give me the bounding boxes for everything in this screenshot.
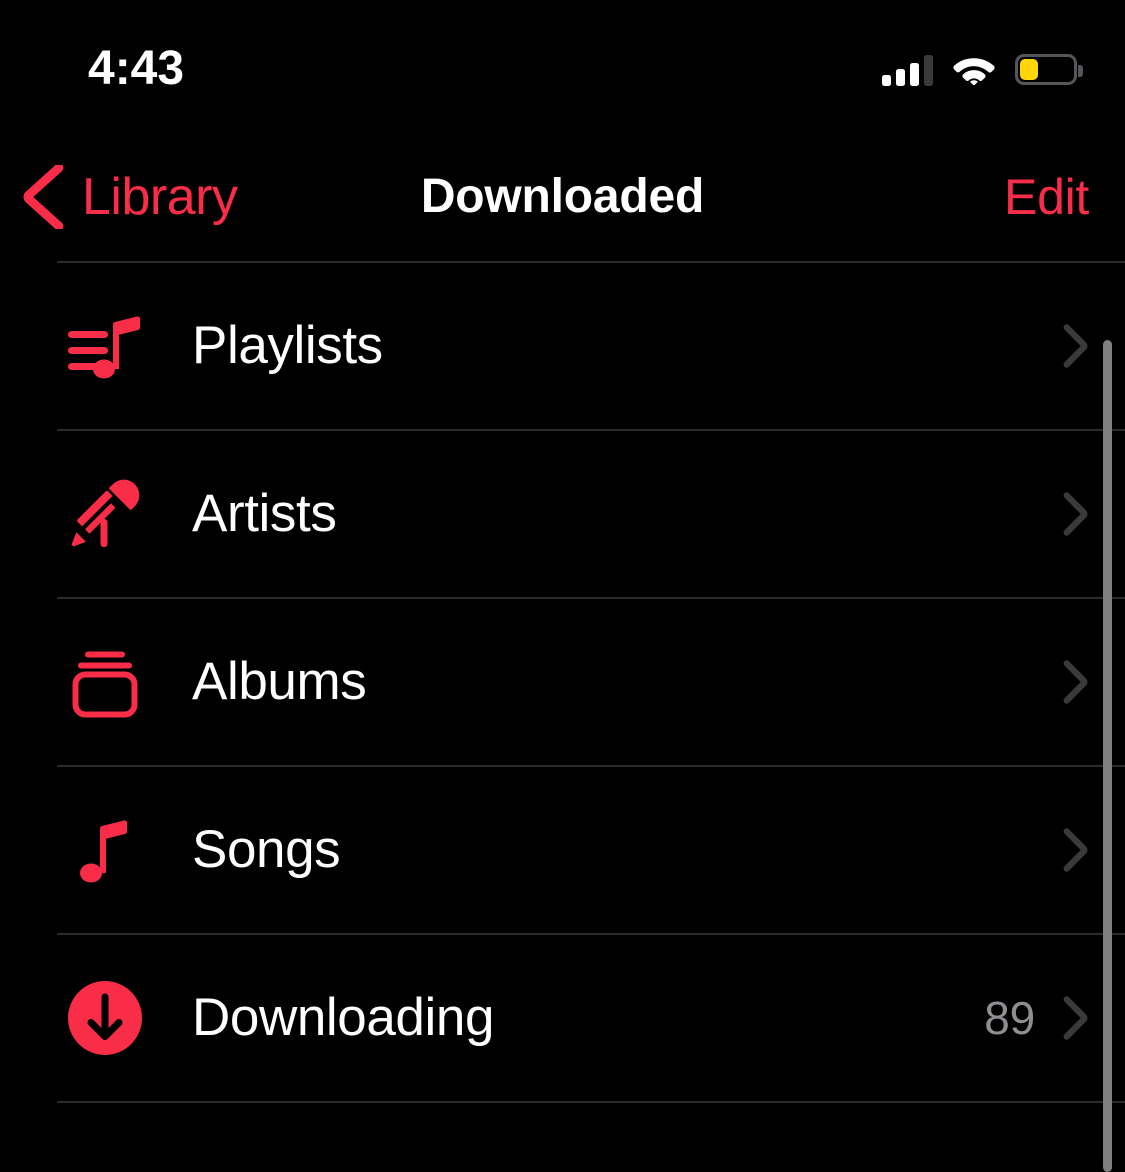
chevron-right-icon [1063, 828, 1088, 872]
list-item-artists[interactable]: Artists [0, 431, 1125, 597]
list-item-label: Songs [192, 820, 341, 879]
status-bar-indicators [882, 48, 1083, 92]
status-bar: 4:43 [0, 0, 1125, 132]
chevron-right-icon [1063, 996, 1088, 1040]
chevron-right-icon [1063, 660, 1088, 704]
vertical-scrollbar[interactable] [1103, 340, 1112, 1172]
music-note-icon [57, 802, 153, 898]
edit-button[interactable]: Edit [1004, 132, 1089, 261]
list-item-label: Playlists [192, 316, 383, 375]
list-item-label: Albums [192, 652, 367, 711]
list-item-label: Artists [192, 484, 337, 543]
downloaded-list: Playlists Artists Albums Songs Downloadi… [0, 261, 1125, 1103]
chevron-right-icon [1063, 492, 1088, 536]
list-item-downloading[interactable]: Downloading 89 [0, 935, 1125, 1101]
wifi-icon [953, 58, 995, 86]
list-item-label: Downloading [192, 988, 495, 1047]
list-bottom-separator [57, 1101, 1125, 1103]
list-item-albums[interactable]: Albums [0, 599, 1125, 765]
chevron-right-icon [1063, 324, 1088, 368]
cellular-signal-icon [882, 54, 933, 86]
list-item-playlists[interactable]: Playlists [0, 263, 1125, 429]
battery-icon [1015, 53, 1083, 87]
navigation-bar: Library Downloaded Edit [0, 132, 1125, 261]
download-circle-icon [57, 970, 153, 1066]
list-item-songs[interactable]: Songs [0, 767, 1125, 933]
status-bar-time: 4:43 [88, 42, 185, 95]
playlists-icon [57, 298, 153, 394]
albums-icon [57, 634, 153, 730]
microphone-icon [57, 466, 153, 562]
list-item-count: 89 [984, 992, 1035, 1044]
page-title: Downloaded [420, 170, 705, 223]
